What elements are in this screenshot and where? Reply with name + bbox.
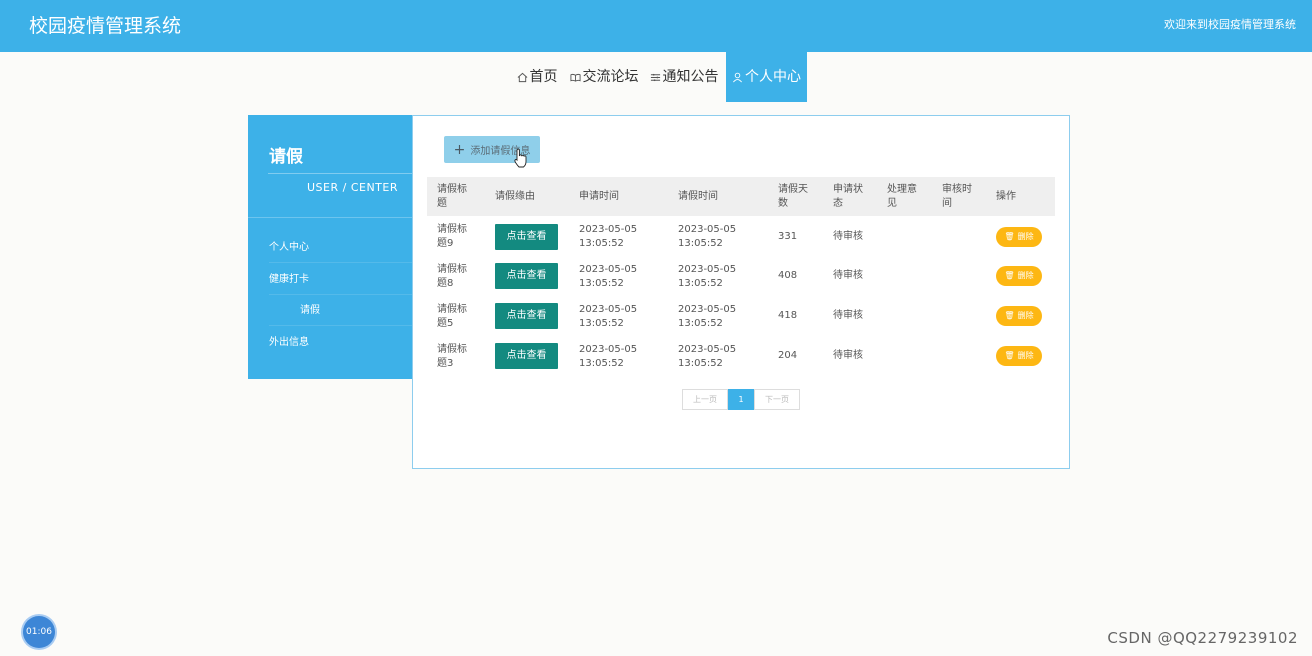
table-row: 请假标题5 点击查看 2023-05-05 13:05:52 2023-05-05… — [427, 297, 1055, 337]
leave-title-cell: 请假标题5 — [437, 304, 467, 329]
table-header: 请假标题 请假缘由 申请时间 请假时间 请假天数 申请状态 处理意见 审核时间 … — [427, 177, 1055, 216]
sidebar-item-health-checkin[interactable]: 健康打卡 — [269, 264, 413, 295]
column-header: 请假时间 — [678, 191, 718, 202]
trash-icon: 🗑 — [1004, 271, 1015, 280]
nav-notice-label: 通知公告 — [662, 69, 719, 85]
leave-time-cell: 2023-05-05 13:05:52 — [678, 344, 737, 369]
home-icon — [517, 72, 527, 82]
leave-days-cell: 331 — [778, 231, 798, 242]
view-reason-button[interactable]: 点击查看 — [495, 343, 558, 369]
delete-button[interactable]: 🗑 删除 — [996, 306, 1042, 326]
leave-title-cell: 请假标题3 — [437, 344, 467, 369]
prev-page-button[interactable]: 上一页 — [682, 389, 728, 410]
column-header: 审核时间 — [942, 184, 972, 209]
next-page-button[interactable]: 下一页 — [754, 389, 800, 410]
delete-button-label: 删除 — [1017, 271, 1034, 280]
column-header: 申请时间 — [579, 191, 619, 202]
plus-icon: + — [453, 141, 466, 158]
column-header: 申请状态 — [833, 184, 863, 209]
sidebar-divider — [268, 173, 413, 174]
hand-cursor-icon — [514, 148, 527, 168]
sidebar-divider — [248, 217, 413, 218]
nav-user-center[interactable]: 个人中心 — [726, 52, 807, 102]
sidebar-title: 请假 — [269, 147, 303, 167]
top-bar: 校园疫情管理系统 欢迎来到校园疫情管理系统 — [0, 0, 1312, 52]
notice-icon — [650, 73, 660, 81]
status-cell: 待审核 — [833, 310, 863, 321]
watermark: CSDN @QQ2279239102 — [1107, 629, 1298, 647]
apply-time-cell: 2023-05-05 13:05:52 — [579, 344, 638, 369]
trash-icon: 🗑 — [1004, 351, 1015, 360]
nav-user-center-label: 个人中心 — [745, 69, 801, 85]
view-reason-button[interactable]: 点击查看 — [495, 224, 558, 250]
delete-button[interactable]: 🗑 删除 — [996, 266, 1042, 286]
column-header: 请假缘由 — [495, 191, 535, 202]
delete-button-label: 删除 — [1017, 311, 1034, 320]
nav-forum-label: 交流论坛 — [582, 69, 639, 85]
welcome-text: 欢迎来到校园疫情管理系统 — [1164, 18, 1296, 31]
page-number-button[interactable]: 1 — [728, 389, 754, 410]
trash-icon: 🗑 — [1004, 311, 1015, 320]
status-cell: 待审核 — [833, 231, 863, 242]
apply-time-cell: 2023-05-05 13:05:52 — [579, 304, 638, 329]
trash-icon: 🗑 — [1004, 232, 1015, 241]
table-row: 请假标题9 点击查看 2023-05-05 13:05:52 2023-05-05… — [427, 217, 1055, 257]
nav-home-label: 首页 — [529, 69, 558, 85]
app-title: 校园疫情管理系统 — [29, 15, 182, 37]
column-header: 处理意见 — [887, 184, 917, 209]
nav-forum[interactable]: 交流论坛 — [569, 52, 639, 102]
leave-days-cell: 408 — [778, 270, 798, 281]
leave-days-cell: 418 — [778, 310, 798, 321]
sidebar-item-outing-info[interactable]: 外出信息 — [269, 327, 413, 358]
delete-button[interactable]: 🗑 删除 — [996, 346, 1042, 366]
leave-title-cell: 请假标题9 — [437, 224, 467, 249]
user-icon — [733, 72, 742, 82]
main-nav: 首页 交流论坛 通知公告 个人中心 — [0, 52, 1312, 102]
status-cell: 待审核 — [833, 270, 863, 281]
nav-home[interactable]: 首页 — [515, 52, 559, 102]
column-header: 请假天数 — [778, 184, 808, 209]
leave-days-cell: 204 — [778, 350, 798, 361]
view-reason-button[interactable]: 点击查看 — [495, 263, 558, 289]
sidebar: 请假 USER / CENTER 个人中心 健康打卡 请假 外出信息 — [248, 115, 413, 379]
forum-icon — [569, 73, 581, 82]
column-header: 请假标题 — [437, 184, 467, 209]
sidebar-subtitle: USER / CENTER — [307, 181, 398, 194]
table-row: 请假标题3 点击查看 2023-05-05 13:05:52 2023-05-05… — [427, 337, 1055, 377]
sidebar-item-leave[interactable]: 请假 — [269, 295, 413, 326]
delete-button[interactable]: 🗑 删除 — [996, 227, 1042, 247]
leave-title-cell: 请假标题8 — [437, 264, 467, 289]
leave-time-cell: 2023-05-05 13:05:52 — [678, 264, 737, 289]
leave-time-cell: 2023-05-05 13:05:52 — [678, 224, 737, 249]
view-reason-button[interactable]: 点击查看 — [495, 303, 558, 329]
status-cell: 待审核 — [833, 350, 863, 361]
table-row: 请假标题8 点击查看 2023-05-05 13:05:52 2023-05-05… — [427, 257, 1055, 297]
apply-time-cell: 2023-05-05 13:05:52 — [579, 264, 638, 289]
delete-button-label: 删除 — [1017, 351, 1034, 360]
sidebar-item-user-center[interactable]: 个人中心 — [269, 232, 413, 263]
recording-timer: 01:06 — [23, 616, 55, 648]
delete-button-label: 删除 — [1017, 232, 1034, 241]
leave-time-cell: 2023-05-05 13:05:52 — [678, 304, 737, 329]
apply-time-cell: 2023-05-05 13:05:52 — [579, 224, 638, 249]
nav-notice[interactable]: 通知公告 — [649, 52, 719, 102]
column-header: 操作 — [996, 191, 1016, 202]
